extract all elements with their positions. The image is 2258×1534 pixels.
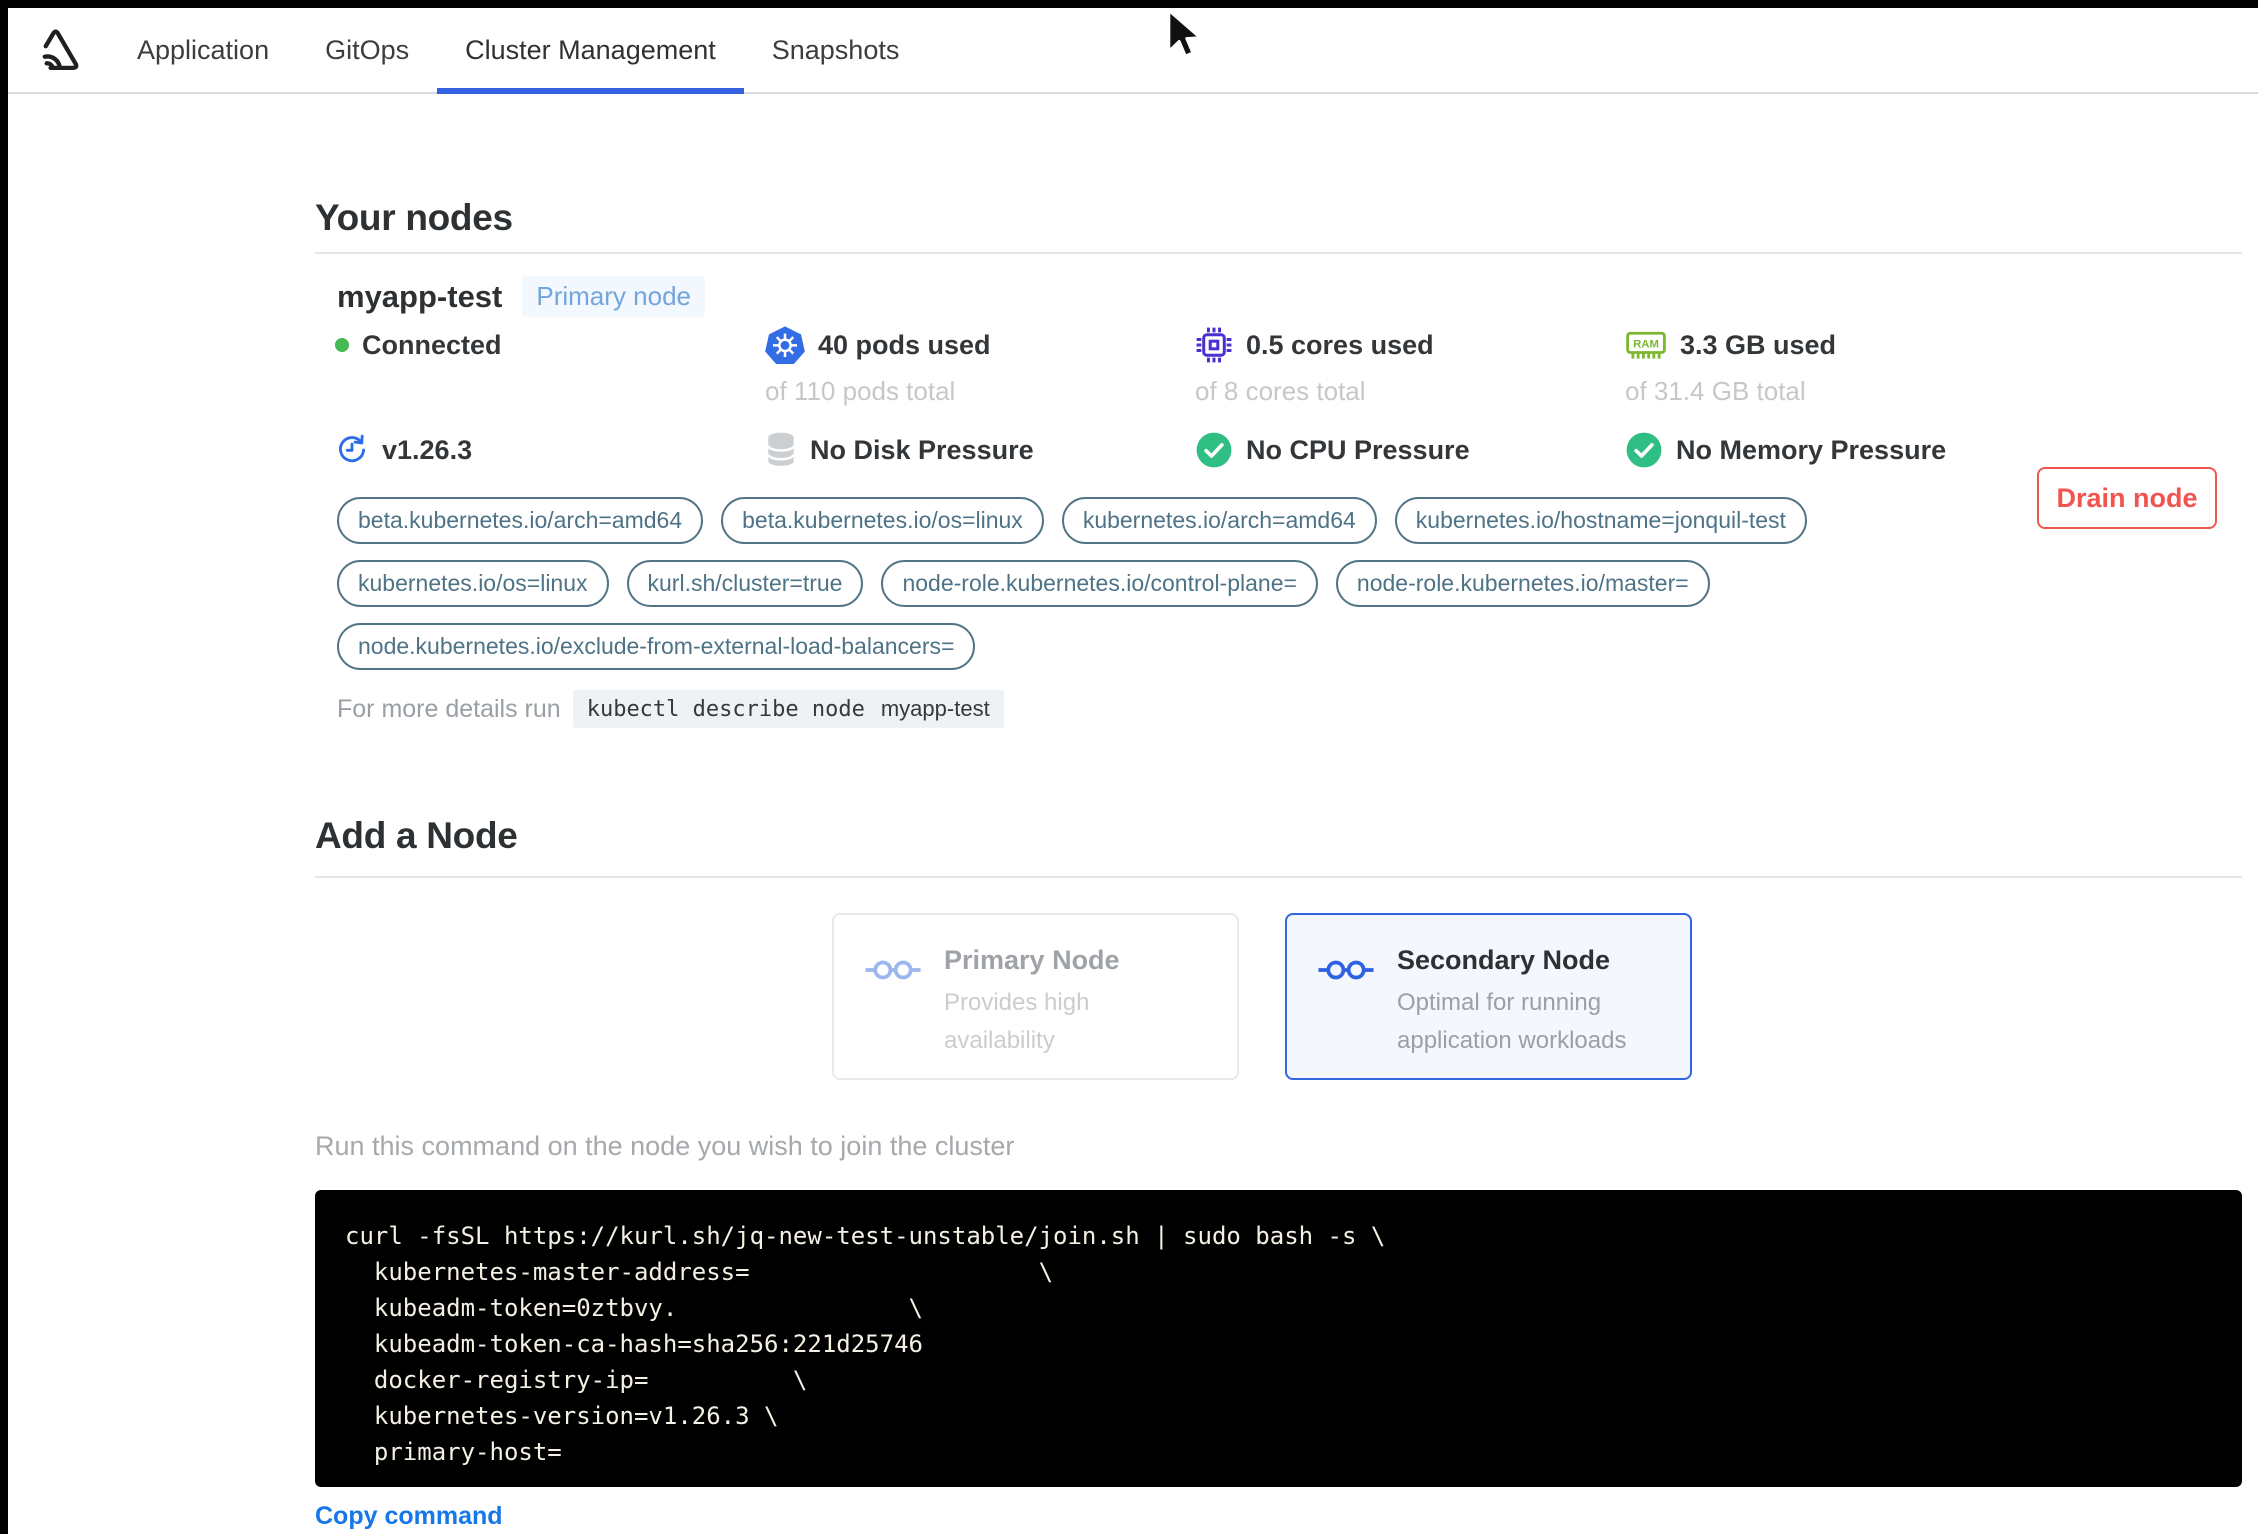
- primary-node-badge: Primary node: [522, 276, 705, 317]
- join-command-line: kubernetes-version=v1.26.3 \: [345, 1402, 779, 1430]
- join-command-line: kubeadm-token-ca-hash=sha256:221d25746: [345, 1330, 923, 1358]
- stat-sub-empty: [335, 368, 765, 427]
- memory-used: RAM 3.3 GB used: [1625, 322, 2055, 368]
- active-tab-underline: [437, 88, 744, 94]
- pods-total-label: of 110 pods total: [765, 376, 956, 406]
- memory-pressure-label: No Memory Pressure: [1676, 434, 1947, 465]
- stat-col-pods: 40 pods used of 110 pods total No Disk P…: [765, 322, 1195, 473]
- tab-cluster-management-label: Cluster Management: [465, 34, 716, 65]
- memory-used-label: 3.3 GB used: [1680, 329, 1837, 360]
- primary-card-title: Primary Node: [944, 945, 1120, 975]
- version-refresh-icon: [335, 433, 369, 467]
- node-status-label: Connected: [362, 329, 502, 360]
- tab-application[interactable]: Application: [109, 8, 297, 92]
- pods-used-label: 40 pods used: [818, 329, 991, 360]
- join-command-block: curl -fsSL https://kurl.sh/jq-new-test-u…: [315, 1190, 2242, 1487]
- top-black-bar: [0, 0, 2258, 8]
- memory-total-label: of 31.4 GB total: [1625, 376, 1806, 406]
- svg-text:RAM: RAM: [1633, 338, 1659, 350]
- cpu-pressure: No CPU Pressure: [1195, 427, 1625, 473]
- node-label-pill: beta.kubernetes.io/os=linux: [721, 497, 1044, 544]
- node-label-pill: beta.kubernetes.io/arch=amd64: [337, 497, 704, 544]
- drain-node-button[interactable]: Drain node: [2037, 467, 2217, 529]
- node-label-pill: kubernetes.io/os=linux: [337, 560, 609, 607]
- cores-used: 0.5 cores used: [1195, 322, 1625, 368]
- disk-database-icon: [765, 431, 797, 469]
- tab-gitops[interactable]: GitOps: [297, 8, 437, 92]
- primary-card-text: Primary Node Provides high availability: [944, 945, 1120, 1078]
- copy-command-link[interactable]: Copy command: [315, 1502, 503, 1531]
- memory-pressure: No Memory Pressure: [1625, 427, 2055, 473]
- cores-total-label: of 8 cores total: [1195, 376, 1366, 406]
- node-label-pill: kubernetes.io/hostname=jonquil-test: [1394, 497, 1807, 544]
- node-label-pill: kurl.sh/cluster=true: [626, 560, 864, 607]
- secondary-node-card[interactable]: Secondary Node Optimal for running appli…: [1285, 913, 1692, 1080]
- add-node-title: Add a Node: [315, 815, 518, 856]
- node-label-pill: node.kubernetes.io/exclude-from-external…: [337, 623, 976, 670]
- disk-pressure: No Disk Pressure: [765, 427, 1195, 473]
- node-labels: beta.kubernetes.io/arch=amd64 beta.kuber…: [337, 497, 1927, 670]
- node-label-pill: kubernetes.io/arch=amd64: [1061, 497, 1377, 544]
- node-label-pill: node-role.kubernetes.io/master=: [1335, 560, 1710, 607]
- linked-nodes-icon: [864, 955, 922, 985]
- join-command-line: curl -fsSL https://kurl.sh/jq-new-test-u…: [345, 1222, 1386, 1250]
- join-command-line: primary-host=: [345, 1438, 562, 1466]
- section-divider: [315, 876, 2242, 878]
- secondary-card-text: Secondary Node Optimal for running appli…: [1397, 945, 1626, 1078]
- stat-col-status: Connected v1.26.3: [335, 322, 765, 473]
- primary-card-subtitle-line2: availability: [944, 1027, 1055, 1054]
- disk-pressure-label: No Disk Pressure: [810, 434, 1034, 465]
- linked-nodes-icon: [1317, 955, 1375, 985]
- join-instruction: Run this command on the node you wish to…: [315, 1131, 1015, 1161]
- tab-cluster-management[interactable]: Cluster Management: [437, 8, 744, 94]
- node-stats-grid: Connected v1.26.3 40 pods used of 110 po…: [335, 322, 2055, 473]
- kubectl-command-node: myapp-test: [880, 696, 990, 721]
- page: Application GitOps Cluster Management Sn…: [0, 0, 2258, 1534]
- tab-snapshots-label: Snapshots: [771, 34, 900, 65]
- cpu-pressure-label: No CPU Pressure: [1246, 434, 1470, 465]
- details-prefix: For more details run: [337, 694, 561, 723]
- node-version-label: v1.26.3: [382, 434, 473, 465]
- app-header: Application GitOps Cluster Management Sn…: [8, 8, 2258, 94]
- node-name-row: myapp-test Primary node: [337, 276, 705, 317]
- replicated-logo-icon: [30, 21, 84, 79]
- check-circle-icon: [1625, 431, 1663, 469]
- connected-dot-icon: [335, 338, 349, 352]
- kubectl-command-chip: kubectl describe node myapp-test: [572, 690, 1004, 728]
- tab-application-label: Application: [137, 34, 270, 65]
- secondary-card-subtitle-line2: application workloads: [1397, 1027, 1627, 1054]
- kubernetes-icon: [765, 325, 805, 365]
- section-divider: [315, 252, 2242, 254]
- cores-used-label: 0.5 cores used: [1246, 329, 1434, 360]
- tab-gitops-label: GitOps: [325, 34, 410, 65]
- node-version: v1.26.3: [335, 427, 765, 473]
- check-circle-icon: [1195, 431, 1233, 469]
- secondary-card-subtitle-line1: Optimal for running: [1397, 989, 1602, 1016]
- stat-col-cores: 0.5 cores used of 8 cores total No CPU P…: [1195, 322, 1625, 473]
- primary-card-subtitle: Provides high availability: [944, 984, 1120, 1060]
- node-label-pill: node-role.kubernetes.io/control-plane=: [881, 560, 1318, 607]
- primary-card-subtitle-line1: Provides high: [944, 989, 1090, 1016]
- join-command-line: kubernetes-master-address= \: [345, 1258, 1054, 1286]
- main-tabs: Application GitOps Cluster Management Sn…: [109, 8, 928, 94]
- pods-used: 40 pods used: [765, 322, 1195, 368]
- cpu-chip-icon: [1195, 326, 1233, 364]
- primary-node-card[interactable]: Primary Node Provides high availability: [832, 913, 1239, 1080]
- kubectl-command: kubectl describe node: [586, 696, 865, 722]
- secondary-card-title: Secondary Node: [1397, 945, 1611, 975]
- tab-snapshots[interactable]: Snapshots: [744, 8, 928, 92]
- left-black-bar: [0, 0, 8, 1534]
- stat-col-memory: RAM 3.3 GB used of 31.4 GB total No Memo…: [1625, 322, 2055, 473]
- mouse-cursor-icon: [1164, 8, 1202, 64]
- ram-icon: RAM: [1625, 328, 1667, 363]
- node-status: Connected: [335, 322, 765, 368]
- node-name: myapp-test: [337, 278, 503, 314]
- details-row: For more details run kubectl describe no…: [337, 690, 1004, 728]
- your-nodes-title: Your nodes: [315, 197, 513, 238]
- join-command-line: docker-registry-ip= \: [345, 1366, 808, 1394]
- secondary-card-subtitle: Optimal for running application workload…: [1397, 984, 1626, 1060]
- join-command-line: kubeadm-token=0ztbvy. \: [345, 1294, 923, 1322]
